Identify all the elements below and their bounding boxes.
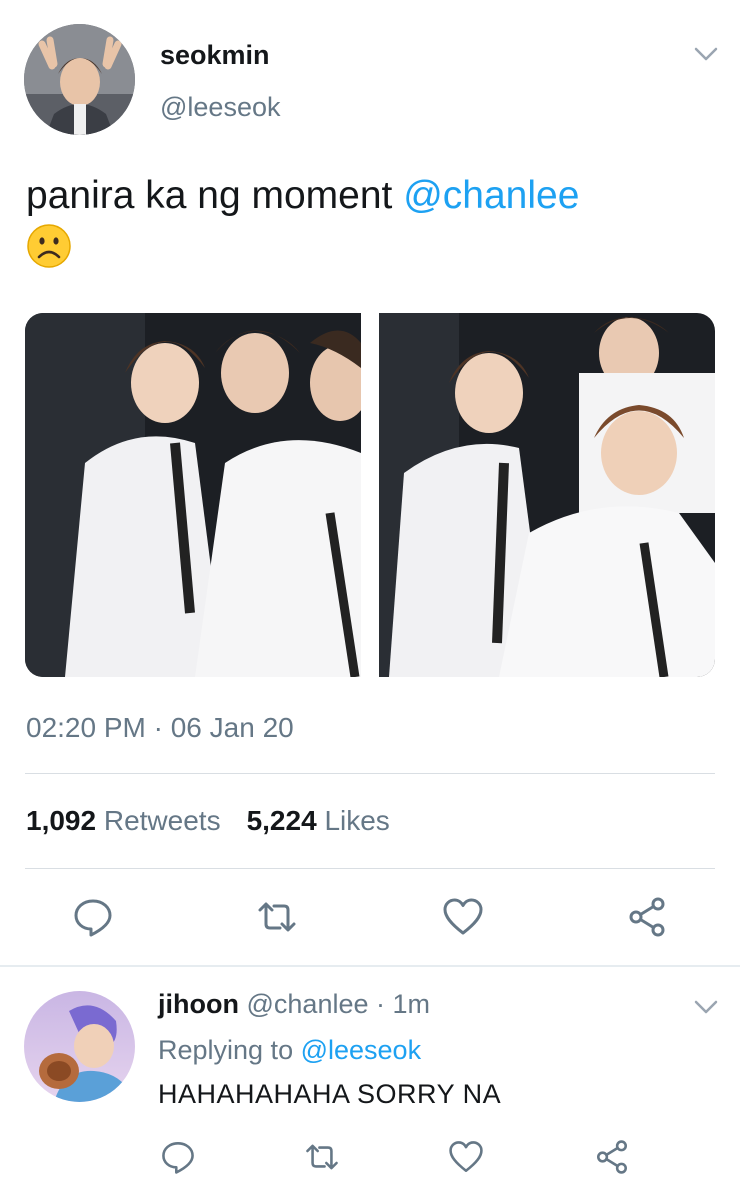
tweet-photo-right[interactable] xyxy=(379,313,715,677)
reply-text: HAHAHAHAHA SORRY NA xyxy=(158,1079,502,1109)
likes-count-link[interactable]: 5,224 Likes xyxy=(247,805,390,836)
replying-to-link[interactable]: @leeseok xyxy=(301,1035,421,1065)
heart-icon[interactable] xyxy=(448,1139,484,1175)
divider xyxy=(25,773,715,774)
mention-link[interactable]: @chanlee xyxy=(403,174,579,217)
reply-header: jihoon @chanlee · 1m xyxy=(158,989,430,1020)
replying-to: Replying to @leeseok xyxy=(158,1035,421,1066)
reply-time: 1m xyxy=(392,989,431,1019)
reply-tweet[interactable]: jihoon @chanlee · 1m Replying to @leeseo… xyxy=(0,967,740,1200)
tweet-timestamp: 02:20 PM · 06 Jan 20 xyxy=(26,712,294,743)
avatar[interactable] xyxy=(24,991,135,1102)
retweets-count: 1,092 xyxy=(26,805,97,836)
author-name[interactable]: seokmin xyxy=(160,40,270,71)
tweet-stats: 1,092 Retweets 5,224 Likes xyxy=(26,805,390,837)
tweet-text-body: panira ka ng moment xyxy=(26,174,404,217)
chevron-down-icon[interactable] xyxy=(692,44,720,64)
replying-label: Replying to xyxy=(158,1035,301,1065)
frowning-face-icon xyxy=(26,223,72,269)
share-icon[interactable] xyxy=(594,1139,630,1175)
likes-label: Likes xyxy=(324,805,390,836)
retweet-count-link[interactable]: 1,092 Retweets xyxy=(26,805,221,836)
retweet-icon[interactable] xyxy=(304,1139,340,1175)
retweets-label: Retweets xyxy=(103,805,221,836)
likes-count: 5,224 xyxy=(246,805,317,836)
tweet-photo-left[interactable] xyxy=(25,313,361,677)
avatar[interactable] xyxy=(24,24,135,135)
share-icon[interactable] xyxy=(626,896,668,938)
reply-separator: · xyxy=(368,989,393,1019)
tweet-text: panira ka ng moment @chanlee xyxy=(26,172,716,269)
author-handle[interactable]: @leeseok xyxy=(160,92,280,123)
reply-author-name[interactable]: jihoon xyxy=(158,989,239,1019)
chevron-down-icon[interactable] xyxy=(692,997,720,1017)
reply-icon[interactable] xyxy=(160,1139,196,1175)
main-tweet: seokmin @leeseok panira ka ng moment @ch… xyxy=(0,0,740,966)
reply-author-handle[interactable]: @chanlee xyxy=(247,989,369,1019)
retweet-icon[interactable] xyxy=(256,896,298,938)
reply-icon[interactable] xyxy=(72,896,114,938)
divider xyxy=(25,868,715,869)
heart-icon[interactable] xyxy=(442,896,484,938)
